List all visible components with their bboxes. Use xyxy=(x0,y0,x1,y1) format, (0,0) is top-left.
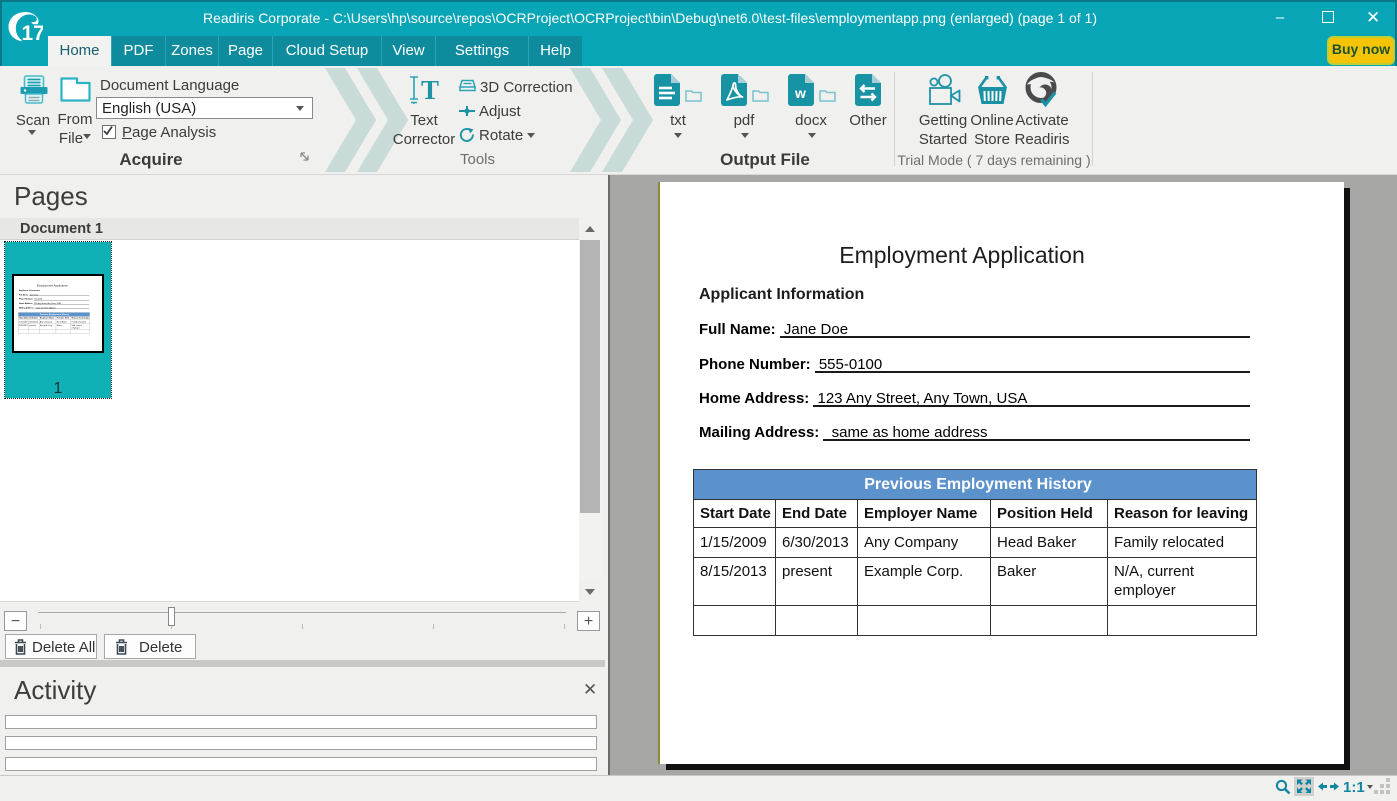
svg-text:w: w xyxy=(794,85,806,101)
svg-text:17: 17 xyxy=(22,22,44,43)
